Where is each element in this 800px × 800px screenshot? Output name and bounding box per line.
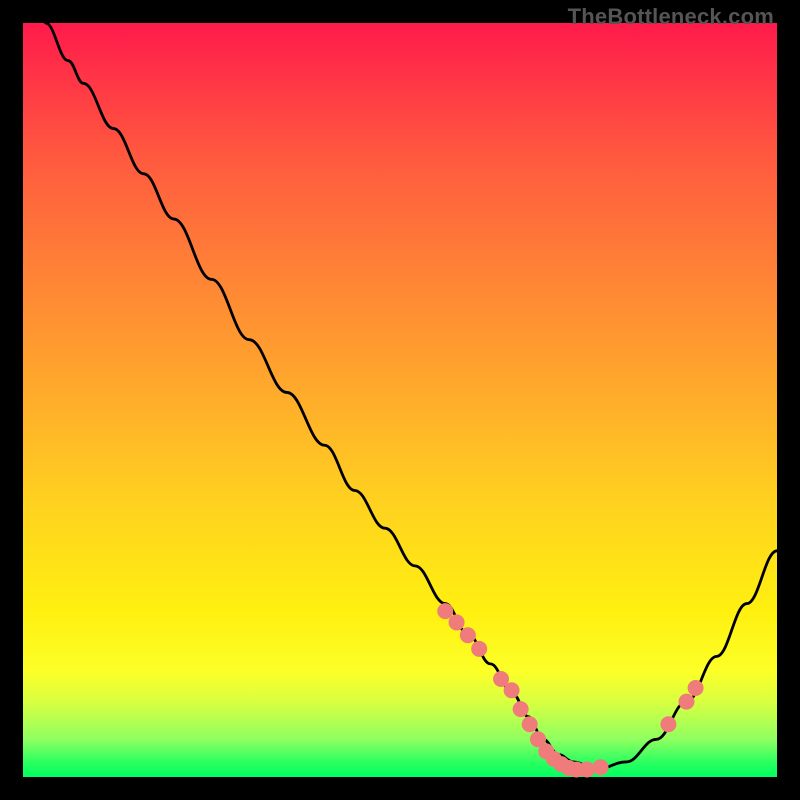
highlight-marker	[449, 614, 465, 630]
highlight-marker	[504, 682, 520, 698]
highlight-marker	[579, 761, 595, 777]
highlight-marker	[437, 603, 453, 619]
highlight-marker	[460, 627, 476, 643]
highlight-marker	[660, 716, 676, 732]
highlight-marker	[593, 759, 609, 775]
curve-path	[46, 23, 777, 769]
highlight-marker	[679, 694, 695, 710]
highlight-marker	[471, 641, 487, 657]
highlight-marker	[513, 701, 529, 717]
chart-plot-area	[23, 23, 777, 777]
bottleneck-curve-svg	[23, 23, 777, 777]
highlight-marker	[522, 716, 538, 732]
highlight-marker	[688, 680, 704, 696]
watermark-label: TheBottleneck.com	[568, 4, 774, 30]
